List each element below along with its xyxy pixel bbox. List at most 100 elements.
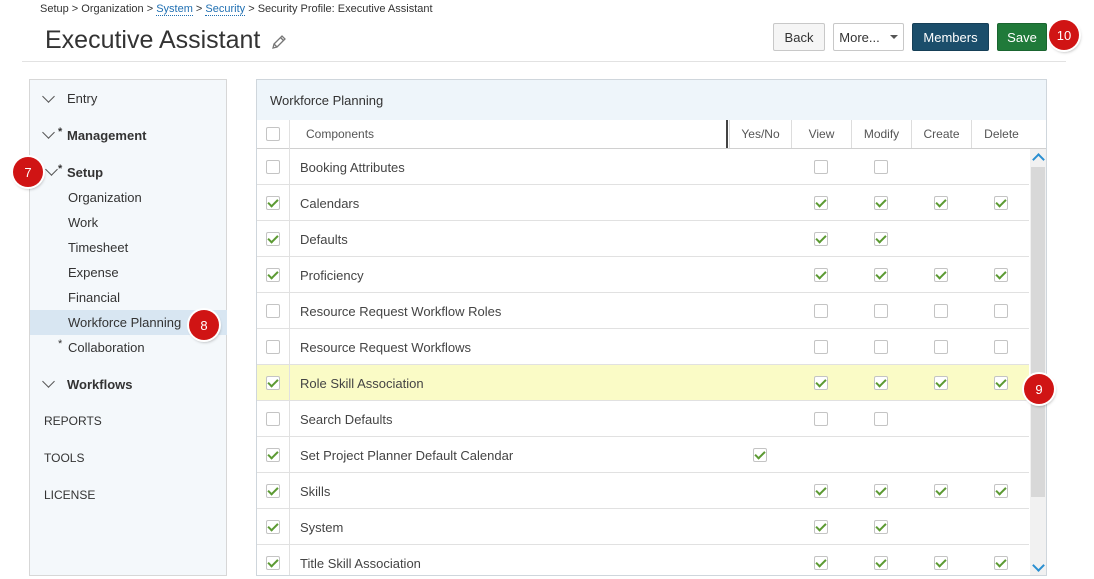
view-checkbox[interactable]	[814, 340, 828, 354]
sidebar-item-organization[interactable]: Organization	[68, 190, 142, 205]
row-select-checkbox[interactable]	[266, 412, 280, 426]
row-select-checkbox[interactable]	[266, 376, 280, 390]
modify-checkbox[interactable]	[874, 196, 888, 210]
view-checkbox[interactable]	[814, 412, 828, 426]
sidebar-item-financial[interactable]: Financial	[68, 290, 120, 305]
column-header-yesno[interactable]: Yes/No	[729, 120, 791, 148]
sidebar-item-tools[interactable]: TOOLS	[44, 451, 84, 465]
create-checkbox[interactable]	[934, 304, 948, 318]
view-checkbox[interactable]	[814, 556, 828, 570]
step-badge-9: 9	[1024, 374, 1054, 404]
modify-checkbox[interactable]	[874, 232, 888, 246]
more-button-label: More...	[839, 29, 880, 45]
header-divider	[22, 61, 1066, 62]
create-checkbox[interactable]	[934, 376, 948, 390]
column-resize-handle[interactable]	[726, 120, 728, 148]
vertical-scrollbar[interactable]	[1030, 149, 1046, 575]
breadcrumb-text: Setup > Organization >	[40, 3, 157, 15]
sidebar-item-expense[interactable]: Expense	[68, 265, 119, 280]
save-button-label: Save	[1007, 29, 1037, 45]
row-select-checkbox[interactable]	[266, 268, 280, 282]
sidebar-item-workforce-planning[interactable]: Workforce Planning	[68, 315, 181, 330]
chevron-down-icon[interactable]	[1032, 559, 1045, 572]
panel-title: Workforce Planning	[270, 93, 384, 108]
modify-checkbox[interactable]	[874, 304, 888, 318]
create-checkbox[interactable]	[934, 268, 948, 282]
sidebar-item-timesheet[interactable]: Timesheet	[68, 240, 128, 255]
delete-checkbox[interactable]	[994, 340, 1008, 354]
sidebar-item-work[interactable]: Work	[68, 215, 98, 230]
view-checkbox[interactable]	[814, 520, 828, 534]
sidebar-item-collaboration[interactable]: Collaboration	[68, 340, 145, 355]
modify-checkbox[interactable]	[874, 520, 888, 534]
step-badge-8: 8	[189, 310, 219, 340]
required-asterisk: *	[58, 338, 63, 350]
scrollbar-thumb[interactable]	[1031, 167, 1045, 497]
modify-checkbox[interactable]	[874, 160, 888, 174]
members-button[interactable]: Members	[912, 23, 989, 51]
select-all-checkbox[interactable]	[266, 127, 280, 141]
view-checkbox[interactable]	[814, 196, 828, 210]
more-dropdown-button[interactable]: More...	[833, 23, 904, 51]
row-select-checkbox[interactable]	[266, 484, 280, 498]
row-select-checkbox[interactable]	[266, 304, 280, 318]
delete-checkbox[interactable]	[994, 268, 1008, 282]
row-select-checkbox[interactable]	[266, 556, 280, 570]
create-checkbox[interactable]	[934, 484, 948, 498]
modify-checkbox[interactable]	[874, 376, 888, 390]
modify-checkbox[interactable]	[874, 484, 888, 498]
delete-checkbox[interactable]	[994, 196, 1008, 210]
row-select-checkbox[interactable]	[266, 520, 280, 534]
create-checkbox[interactable]	[934, 196, 948, 210]
row-label: Set Project Planner Default Calendar	[300, 447, 514, 463]
view-checkbox[interactable]	[814, 268, 828, 282]
row-select-checkbox[interactable]	[266, 196, 280, 210]
sidebar-item-management[interactable]: Management	[67, 128, 146, 143]
column-header-delete[interactable]: Delete	[971, 120, 1031, 148]
required-asterisk: *	[58, 163, 63, 175]
sidebar-item-entry[interactable]: Entry	[67, 91, 97, 106]
sidebar-item-setup[interactable]: Setup	[67, 165, 103, 180]
row-label: Resource Request Workflows	[300, 339, 471, 355]
view-checkbox[interactable]	[814, 484, 828, 498]
row-label: Resource Request Workflow Roles	[300, 303, 502, 319]
table-row: Defaults	[257, 221, 1029, 257]
save-button[interactable]: Save	[997, 23, 1047, 51]
sidebar-item-workflows[interactable]: Workflows	[67, 377, 133, 392]
view-checkbox[interactable]	[814, 304, 828, 318]
pencil-icon[interactable]	[270, 33, 288, 51]
create-checkbox[interactable]	[934, 340, 948, 354]
breadcrumb-link-system[interactable]: System	[156, 3, 193, 16]
chevron-up-icon[interactable]	[1032, 153, 1045, 166]
sidebar-item-license[interactable]: LICENSE	[44, 488, 95, 502]
row-select-checkbox[interactable]	[266, 448, 280, 462]
sidebar-item-reports[interactable]: REPORTS	[44, 414, 102, 428]
column-header-modify[interactable]: Modify	[851, 120, 911, 148]
row-select-checkbox[interactable]	[266, 232, 280, 246]
row-label: System	[300, 519, 344, 535]
yesno-checkbox[interactable]	[753, 448, 767, 462]
modify-checkbox[interactable]	[874, 340, 888, 354]
modify-checkbox[interactable]	[874, 268, 888, 282]
breadcrumb-link-security[interactable]: Security	[205, 3, 246, 16]
column-header-components[interactable]: Components	[289, 120, 729, 148]
view-checkbox[interactable]	[814, 160, 828, 174]
panel-header: Workforce Planning	[257, 80, 1046, 121]
view-checkbox[interactable]	[814, 376, 828, 390]
table-row: System	[257, 509, 1029, 545]
view-checkbox[interactable]	[814, 232, 828, 246]
row-select-checkbox[interactable]	[266, 160, 280, 174]
delete-checkbox[interactable]	[994, 556, 1008, 570]
delete-checkbox[interactable]	[994, 484, 1008, 498]
create-checkbox[interactable]	[934, 556, 948, 570]
modify-checkbox[interactable]	[874, 412, 888, 426]
row-select-checkbox[interactable]	[266, 340, 280, 354]
delete-checkbox[interactable]	[994, 304, 1008, 318]
delete-checkbox[interactable]	[994, 376, 1008, 390]
page-title: Executive Assistant	[45, 26, 261, 54]
column-header-view[interactable]: View	[791, 120, 851, 148]
column-header-create[interactable]: Create	[911, 120, 971, 148]
breadcrumb: Setup > Organization > System > Security…	[40, 3, 433, 16]
modify-checkbox[interactable]	[874, 556, 888, 570]
back-button[interactable]: Back	[773, 23, 825, 51]
